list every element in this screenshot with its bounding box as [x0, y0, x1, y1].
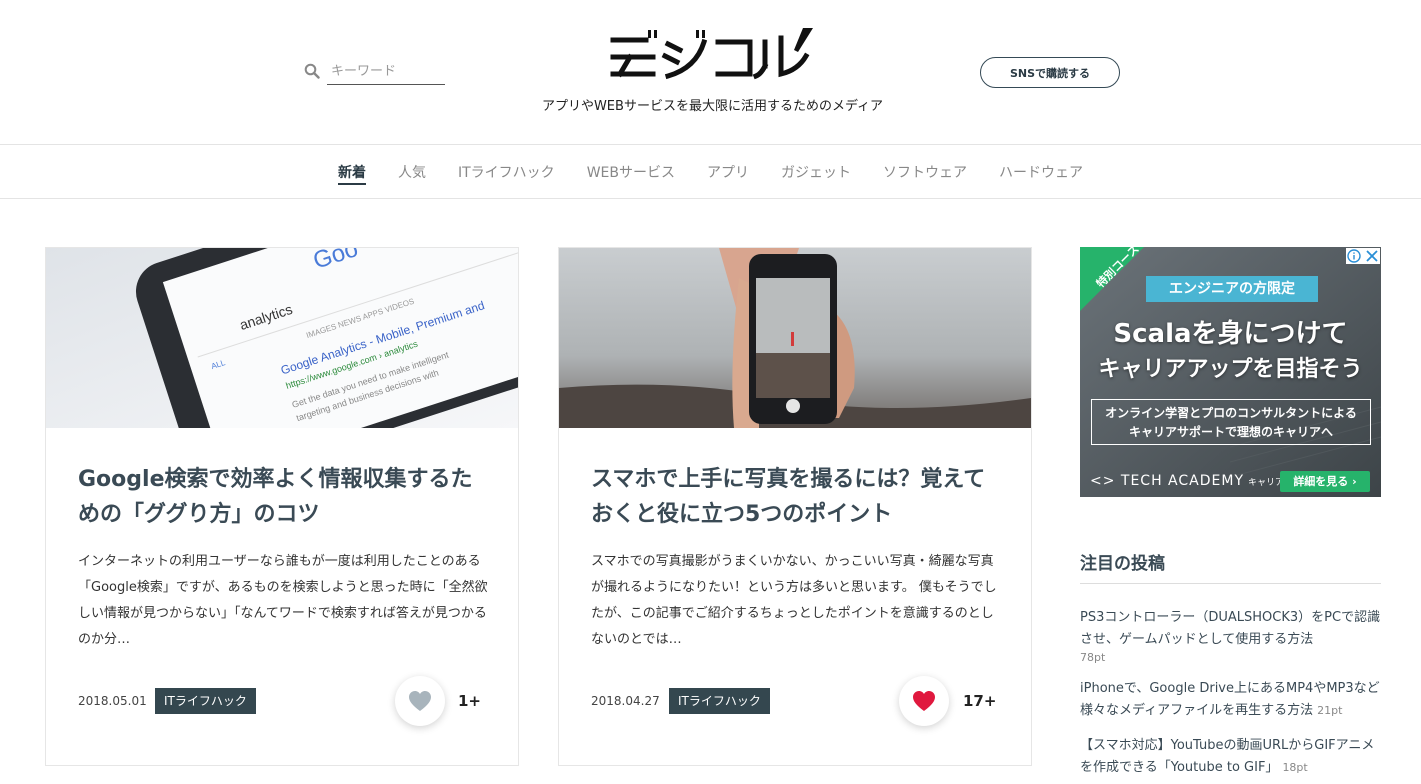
ad-tag: エンジニアの方限定: [1146, 276, 1318, 302]
search-icon[interactable]: [304, 63, 320, 79]
heart-icon: [409, 691, 431, 711]
site-header: アプリやWEBサービスを最大限に活用するためのメディア SNSで購読する: [0, 0, 1421, 145]
category-badge[interactable]: ITライフハック: [155, 688, 256, 714]
article-title[interactable]: スマホで上手に写真を撮るには？覚えておくと役に立つ5つのポイント: [591, 462, 1001, 532]
featured-post-link[interactable]: 【スマホ対応】YouTubeの動画URLからGIFアニメを作成できる「Youtu…: [1080, 738, 1374, 775]
article-card[interactable]: スマホで上手に写真を撮るには？覚えておくと役に立つ5つのポイント スマホでの写真…: [558, 247, 1032, 766]
like-button[interactable]: [899, 676, 949, 726]
search-box: [304, 58, 445, 85]
ad-description-line: オンライン学習とプロのコンサルタントによる: [1105, 406, 1357, 420]
ad-brand: <> TECH ACADEMY キャリア: [1090, 473, 1284, 489]
post-points: 78pt: [1080, 651, 1106, 664]
ad-headline: Scalaを身につけて: [1113, 319, 1348, 349]
nav-item-web-services[interactable]: WEBサービス: [571, 145, 691, 199]
nav-item-new[interactable]: 新着: [322, 145, 382, 199]
site-logo[interactable]: [608, 26, 816, 80]
post-points: 18pt: [1282, 761, 1308, 774]
ad-description: オンライン学習とプロのコンサルタントによる キャリアサポートで理想のキャリアへ: [1091, 399, 1371, 445]
nav-item-gadgets[interactable]: ガジェット: [765, 145, 867, 199]
like-button[interactable]: [395, 676, 445, 726]
ad-description-line: キャリアサポートで理想のキャリアへ: [1128, 425, 1333, 439]
ad-cta-button[interactable]: 詳細を見る ›: [1280, 471, 1370, 492]
heart-icon: [913, 691, 935, 711]
ad-subheadline: キャリアアップを目指そう: [1098, 357, 1363, 382]
article-date: 2018.04.27: [591, 694, 660, 708]
ad-brand-sub: キャリア: [1248, 478, 1285, 488]
featured-posts-list: PS3コントローラー（DUALSHOCK3）をPCで認識させ、ゲームパッドとして…: [1080, 606, 1381, 784]
article-date: 2018.05.01: [78, 694, 147, 708]
ad-info-icon: [1347, 249, 1378, 263]
nav-item-hardware[interactable]: ハードウェア: [983, 145, 1099, 199]
article-excerpt: スマホでの写真撮影がうまくいかない、かっこいい写真・綺麗な写真が撮れるようになり…: [591, 554, 997, 647]
post-points: 21pt: [1317, 704, 1343, 717]
site-tagline: アプリやWEBサービスを最大限に活用するためのメディア: [541, 99, 884, 114]
ad-brand-name: <> TECH ACADEMY: [1090, 473, 1245, 489]
like-count: 17+: [963, 692, 997, 710]
nav-item-it-lifehack[interactable]: ITライフハック: [442, 145, 571, 199]
article-excerpt: インターネットの利用ユーザーなら誰もが一度は利用したことのある「Google検索…: [78, 554, 488, 647]
list-item: 【スマホ対応】YouTubeの動画URLからGIFアニメを作成できる「Youtu…: [1080, 734, 1381, 778]
article-card[interactable]: Goo analytics ALL IMAGES NEWS APPS VIDEO…: [45, 247, 519, 766]
smartphone-photo-icon[interactable]: [559, 248, 1031, 428]
like-count: 1+: [458, 692, 482, 710]
list-item: iPhoneで、Google Drive上にあるMP4やMP3など様々なメディア…: [1080, 677, 1381, 721]
category-badge[interactable]: ITライフハック: [669, 688, 770, 714]
article-title[interactable]: Google検索で効率よく情報収集するための「ググり方」のコツ: [78, 462, 488, 532]
search-input[interactable]: [327, 58, 445, 85]
sidebar-title: 注目の投稿: [1080, 549, 1381, 584]
nav-item-popular[interactable]: 人気: [382, 145, 442, 199]
category-nav: 新着 人気 ITライフハック WEBサービス アプリ ガジェット ソフトウェア …: [0, 145, 1421, 199]
nav-item-software[interactable]: ソフトウェア: [867, 145, 983, 199]
ad-close[interactable]: [1346, 248, 1380, 264]
nav-item-apps[interactable]: アプリ: [691, 145, 765, 199]
ad-banner[interactable]: 特別コース エンジニアの方限定 Scalaを身につけて キャリアアップを目指そう…: [1080, 247, 1381, 497]
featured-post-link[interactable]: PS3コントローラー（DUALSHOCK3）をPCで認識させ、ゲームパッドとして…: [1080, 610, 1380, 647]
sns-subscribe-button[interactable]: SNSで購読する: [980, 57, 1120, 88]
list-item: PS3コントローラー（DUALSHOCK3）をPCで認識させ、ゲームパッドとして…: [1080, 606, 1381, 664]
google-search-photo-icon[interactable]: Goo analytics ALL IMAGES NEWS APPS VIDEO…: [46, 248, 518, 428]
